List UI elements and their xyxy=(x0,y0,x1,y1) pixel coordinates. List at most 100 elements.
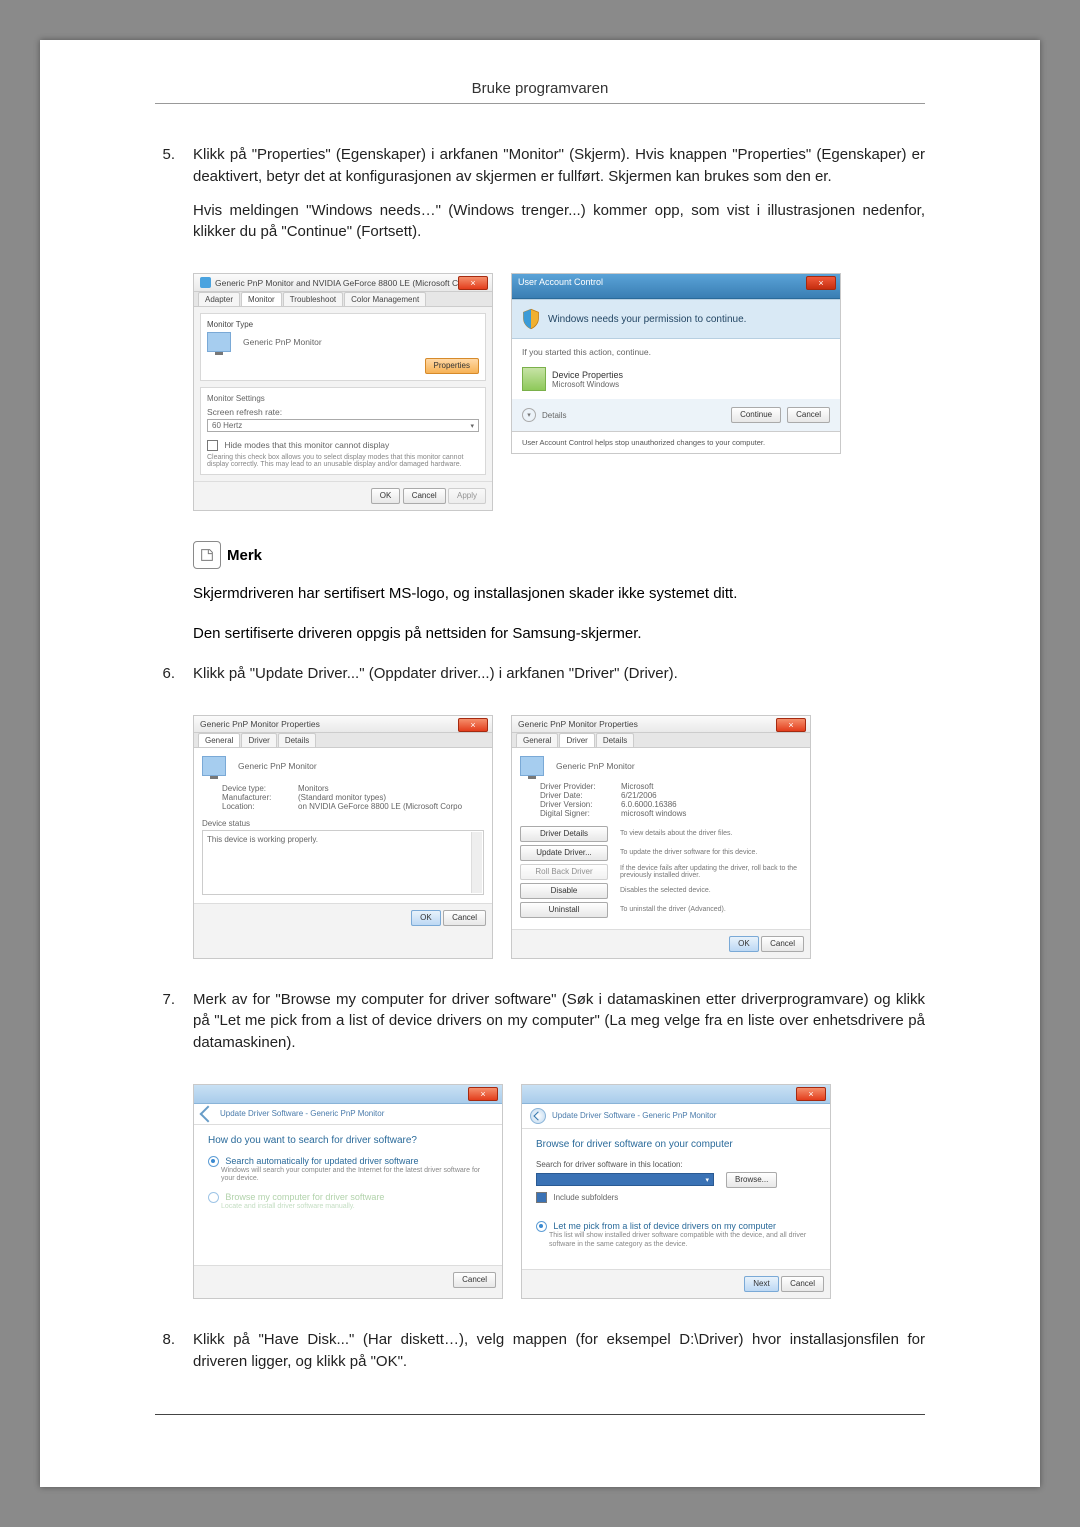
step-7: 7. Merk av for "Browse my computer for d… xyxy=(155,989,925,1066)
include-subfolders-label: Include subfolders xyxy=(553,1193,618,1202)
page-title: Bruke programvaren xyxy=(155,80,925,104)
wizard-heading: Browse for driver software on your compu… xyxy=(536,1139,816,1150)
uninstall-button[interactable]: Uninstall xyxy=(520,902,608,918)
ok-button[interactable]: OK xyxy=(371,488,401,504)
note-label: Merk xyxy=(227,547,262,564)
close-icon[interactable]: × xyxy=(796,1087,826,1101)
close-icon[interactable]: × xyxy=(458,276,488,290)
value: 6/21/2006 xyxy=(621,791,657,800)
figure-wizard-browse: × Update Driver Software - Generic PnP M… xyxy=(521,1084,831,1299)
tab-monitor[interactable]: Monitor xyxy=(241,292,282,306)
properties-button[interactable]: Properties xyxy=(425,358,479,374)
ok-button[interactable]: OK xyxy=(411,910,441,926)
tab-adapter[interactable]: Adapter xyxy=(198,292,240,306)
close-icon[interactable]: × xyxy=(776,718,806,732)
continue-button[interactable]: Continue xyxy=(731,407,781,423)
close-icon[interactable]: × xyxy=(458,718,488,732)
tab-general[interactable]: General xyxy=(516,733,558,747)
shield-icon xyxy=(522,308,540,330)
option-subtitle: Windows will search your computer and th… xyxy=(221,1167,488,1184)
hint: To update the driver software for this d… xyxy=(620,849,802,856)
hint: If the device fails after updating the d… xyxy=(620,865,802,879)
step-5: 5. Klikk på "Properties" (Egenskaper) i … xyxy=(155,144,925,255)
dialog-title: User Account Control xyxy=(518,277,603,287)
note-text: Skjermdriveren har sertifisert MS-logo, … xyxy=(193,583,950,605)
cancel-button[interactable]: Cancel xyxy=(761,936,804,952)
close-icon[interactable]: × xyxy=(468,1087,498,1101)
wizard-title: Update Driver Software - Generic PnP Mon… xyxy=(552,1111,716,1120)
disable-button[interactable]: Disable xyxy=(520,883,608,899)
value: microsoft windows xyxy=(621,809,686,818)
uac-headline: Windows needs your permission to continu… xyxy=(548,314,746,325)
back-arrow-icon[interactable] xyxy=(530,1108,546,1124)
label: Device type: xyxy=(222,784,292,793)
location-label: Search for driver software in this locat… xyxy=(536,1160,816,1169)
hint: To view details about the driver files. xyxy=(620,830,802,837)
monitor-icon xyxy=(202,756,226,776)
figure-monitor-dialog: Generic PnP Monitor and NVIDIA GeForce 8… xyxy=(193,273,493,511)
next-button[interactable]: Next xyxy=(744,1276,778,1292)
monitor-settings-label: Monitor Settings xyxy=(207,394,479,403)
device-status-text: This device is working properly. xyxy=(207,835,318,844)
hide-modes-checkbox[interactable] xyxy=(207,440,218,451)
label: Driver Provider: xyxy=(540,782,615,791)
device-properties-label: Device Properties xyxy=(552,370,623,380)
cancel-button[interactable]: Cancel xyxy=(443,910,486,926)
details-label[interactable]: Details xyxy=(542,411,566,420)
dialog-titlebar: User Account Control × xyxy=(512,274,840,299)
browse-button[interactable]: Browse... xyxy=(726,1172,777,1188)
tab-general[interactable]: General xyxy=(198,733,240,747)
cancel-button[interactable]: Cancel xyxy=(781,1276,824,1292)
option-title[interactable]: Browse my computer for driver software xyxy=(225,1192,384,1202)
label: Digital Signer: xyxy=(540,809,615,818)
step-number: 7. xyxy=(155,989,175,1066)
chevron-down-icon[interactable]: ▾ xyxy=(522,408,536,422)
option-subtitle: This list will show installed driver sof… xyxy=(549,1232,816,1249)
footer-rule xyxy=(155,1414,925,1415)
dialog-title: Generic PnP Monitor Properties xyxy=(200,719,320,729)
step-number: 6. xyxy=(155,663,175,697)
tab-troubleshoot[interactable]: Troubleshoot xyxy=(283,292,343,306)
chevron-down-icon: ▾ xyxy=(470,422,474,430)
include-subfolders-checkbox[interactable] xyxy=(536,1192,547,1203)
scrollbar[interactable] xyxy=(471,832,482,893)
uac-footer-text: User Account Control helps stop unauthor… xyxy=(512,431,840,453)
document-page: Bruke programvaren 5. Klikk på "Properti… xyxy=(40,40,1040,1487)
step-text: Klikk på "Properties" (Egenskaper) i ark… xyxy=(193,144,925,188)
back-arrow-icon[interactable] xyxy=(200,1105,217,1122)
cancel-button[interactable]: Cancel xyxy=(453,1272,496,1288)
refresh-rate-select[interactable]: 60 Hertz ▾ xyxy=(207,419,479,432)
device-name: Generic PnP Monitor xyxy=(238,761,317,771)
chevron-down-icon: ▾ xyxy=(705,1176,709,1184)
step-text: Hvis meldingen "Windows needs…" (Windows… xyxy=(193,200,925,244)
hide-modes-label: Hide modes that this monitor cannot disp… xyxy=(224,440,389,450)
radio-browse[interactable] xyxy=(208,1192,219,1203)
close-icon[interactable]: × xyxy=(806,276,836,290)
cancel-button[interactable]: Cancel xyxy=(787,407,830,423)
tab-color-management[interactable]: Color Management xyxy=(344,292,426,306)
cancel-button[interactable]: Cancel xyxy=(403,488,446,504)
value: (Standard monitor types) xyxy=(298,793,386,802)
wizard-title: Update Driver Software - Generic PnP Mon… xyxy=(220,1109,384,1118)
ok-button[interactable]: OK xyxy=(729,936,759,952)
option-title[interactable]: Let me pick from a list of device driver… xyxy=(553,1221,776,1231)
label: Manufacturer: xyxy=(222,793,292,802)
monitor-icon xyxy=(520,756,544,776)
uac-sub: If you started this action, continue. xyxy=(522,347,830,357)
step-8: 8. Klikk på "Have Disk..." (Har diskett…… xyxy=(155,1329,925,1385)
location-input[interactable]: ▾ xyxy=(536,1173,714,1186)
monitor-type-label: Monitor Type xyxy=(207,320,479,329)
tab-details[interactable]: Details xyxy=(278,733,316,747)
option-title[interactable]: Search automatically for updated driver … xyxy=(225,1156,418,1166)
step-text: Merk av for "Browse my computer for driv… xyxy=(193,989,925,1054)
tab-driver[interactable]: Driver xyxy=(241,733,276,747)
value: on NVIDIA GeForce 8800 LE (Microsoft Cor… xyxy=(298,802,462,811)
tab-details[interactable]: Details xyxy=(596,733,634,747)
tab-driver[interactable]: Driver xyxy=(559,733,594,747)
refresh-rate-label: Screen refresh rate: xyxy=(207,407,479,417)
driver-details-button[interactable]: Driver Details xyxy=(520,826,608,842)
update-driver-button[interactable]: Update Driver... xyxy=(520,845,608,861)
radio-auto-search[interactable] xyxy=(208,1156,219,1167)
figure-wizard-search: × Update Driver Software - Generic PnP M… xyxy=(193,1084,503,1299)
radio-let-me-pick[interactable] xyxy=(536,1221,547,1232)
